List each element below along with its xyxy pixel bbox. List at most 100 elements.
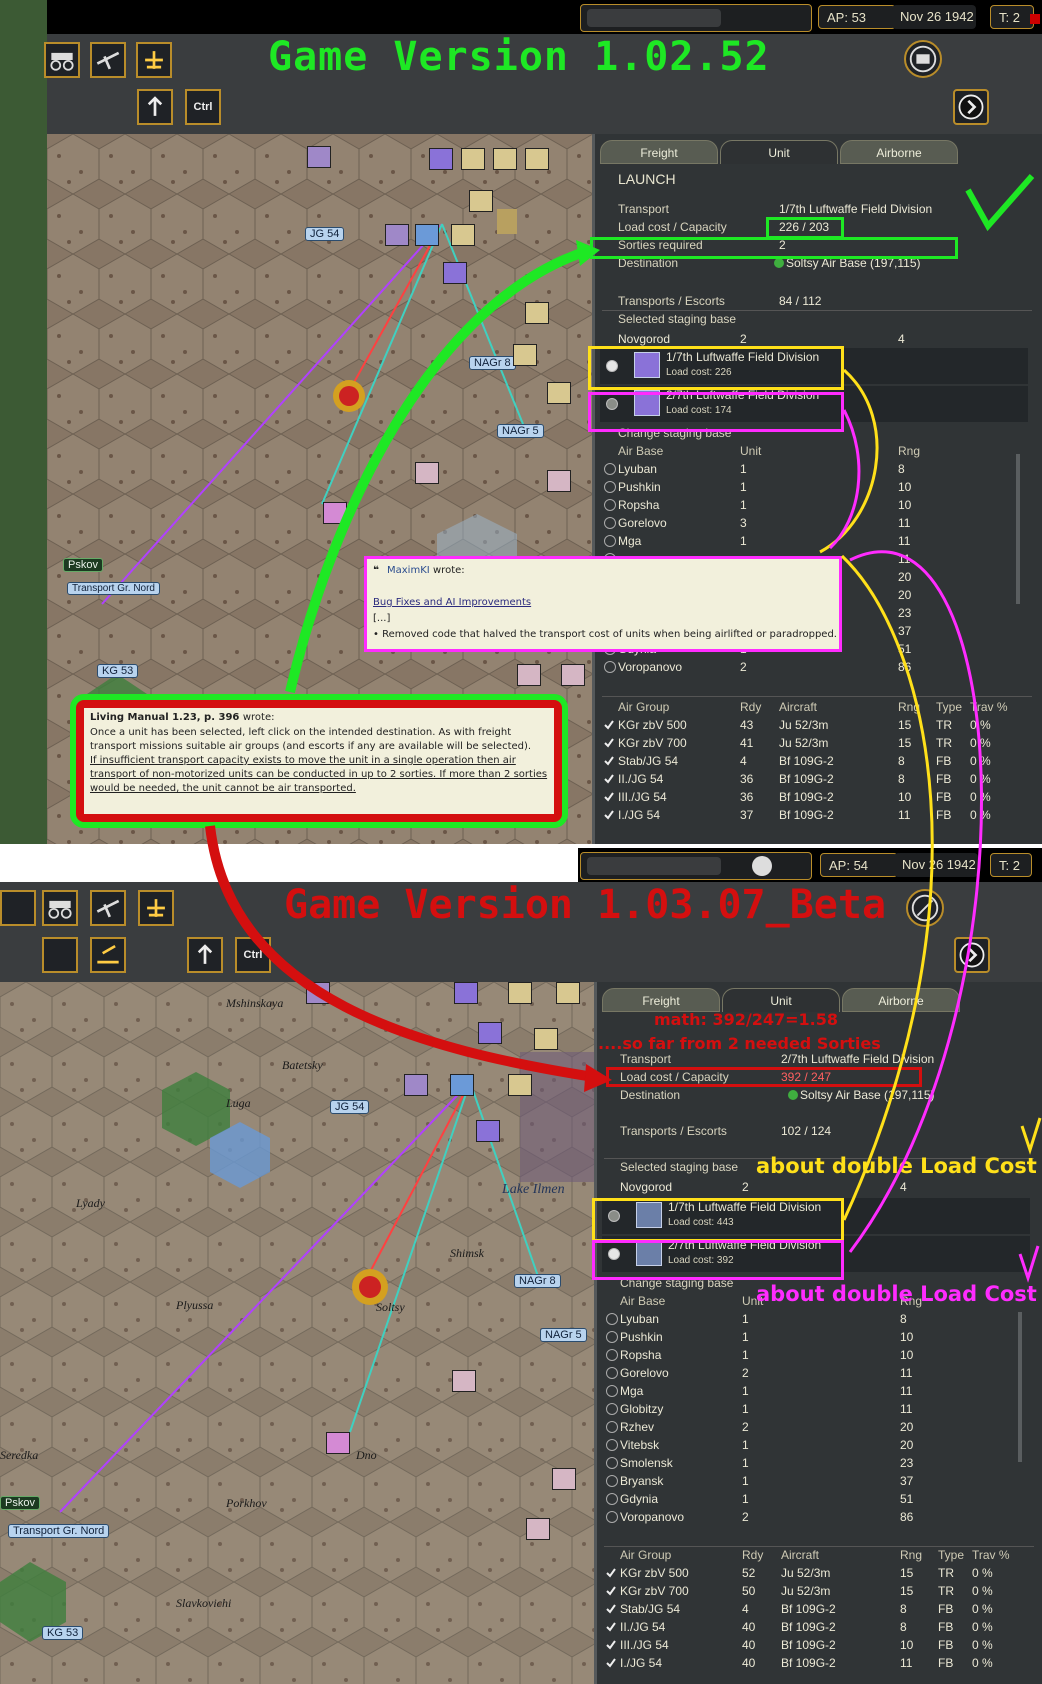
airbase-name[interactable]: Pushkin: [620, 1328, 663, 1346]
staging-name[interactable]: Novgorod: [620, 1178, 672, 1196]
airbase-name[interactable]: Bryansk: [620, 1472, 663, 1490]
bottom-map[interactable]: JG 54 NAGr 8 NAGr 5 Pskov Transport Gr. …: [0, 982, 594, 1684]
airbase-name[interactable]: Gdynia: [620, 1490, 658, 1508]
map-label-transport[interactable]: Transport Gr. Nord: [67, 582, 160, 595]
dice-icon[interactable]: [906, 889, 944, 927]
ctrl-button[interactable]: Ctrl: [235, 937, 271, 973]
airbase-name[interactable]: Pushkin: [618, 478, 661, 496]
infantry-unit[interactable]: [526, 1518, 550, 1540]
infantry-unit[interactable]: [534, 1028, 558, 1050]
infantry-unit[interactable]: [556, 982, 580, 1004]
infantry-unit[interactable]: [525, 302, 549, 324]
airbase-name[interactable]: Gorelovo: [620, 1364, 669, 1382]
plane-icon[interactable]: [90, 42, 126, 78]
truck-icon[interactable]: [42, 890, 78, 926]
airgroup-name[interactable]: I./JG 54: [620, 1654, 662, 1672]
airgroup-name[interactable]: KGr zbV 500: [620, 1564, 689, 1582]
compass-icon[interactable]: [752, 856, 772, 876]
hq-unit[interactable]: [307, 146, 331, 168]
plane-attack-icon[interactable]: [90, 937, 126, 973]
infantry-unit[interactable]: [451, 224, 475, 246]
airgroup-name[interactable]: I./JG 54: [618, 806, 660, 824]
infantry-unit[interactable]: [508, 1074, 532, 1096]
infantry-unit[interactable]: [461, 148, 485, 170]
airbase-name[interactable]: Lyuban: [618, 460, 657, 478]
infantry-unit[interactable]: [478, 1022, 502, 1044]
dice-icon[interactable]: [904, 40, 942, 78]
checkmark-icon[interactable]: [604, 719, 614, 730]
map-label-jg54[interactable]: JG 54: [305, 227, 345, 241]
supply-icon[interactable]: [138, 890, 174, 926]
checkmark-icon[interactable]: [606, 1567, 616, 1578]
scrollbar[interactable]: [1018, 1312, 1022, 1462]
infantry-unit[interactable]: [525, 148, 549, 170]
checkmark-icon[interactable]: [606, 1603, 616, 1614]
factory-icon[interactable]: [42, 937, 78, 973]
tab-airborne[interactable]: Airborne: [842, 988, 960, 1012]
airgroup-name[interactable]: II./JG 54: [620, 1618, 665, 1636]
infantry-unit[interactable]: [547, 382, 571, 404]
infantry-unit[interactable]: [552, 1468, 576, 1490]
map-label-pskov[interactable]: Pskov: [63, 558, 103, 572]
infantry-unit[interactable]: [454, 982, 478, 1004]
artillery-icon[interactable]: [0, 890, 36, 926]
hq-unit[interactable]: [326, 1432, 350, 1454]
infantry-unit[interactable]: [443, 262, 467, 284]
message-box[interactable]: [580, 4, 812, 32]
airbase-name[interactable]: Smolensk: [620, 1454, 673, 1472]
scrollbar[interactable]: [1016, 454, 1020, 604]
tab-freight[interactable]: Freight: [602, 988, 720, 1012]
supply-icon[interactable]: [136, 42, 172, 78]
map-label-nagr5[interactable]: NAGr 5: [497, 424, 544, 438]
hq-unit[interactable]: [385, 224, 409, 246]
checkmark-icon[interactable]: [604, 791, 614, 802]
map-label-jg54[interactable]: JG 54: [330, 1100, 370, 1114]
checkmark-icon[interactable]: [606, 1585, 616, 1596]
map-label-transport[interactable]: Transport Gr. Nord: [8, 1524, 110, 1538]
airbase-name[interactable]: Gorelovo: [618, 514, 667, 532]
end-turn-button[interactable]: [954, 937, 990, 973]
plane-icon[interactable]: [90, 890, 126, 926]
airbase-name[interactable]: Ropsha: [620, 1346, 661, 1364]
airgroup-name[interactable]: Stab/JG 54: [620, 1600, 680, 1618]
move-up-button[interactable]: [187, 937, 223, 973]
hq-unit[interactable]: [404, 1074, 428, 1096]
message-box[interactable]: [580, 852, 812, 880]
infantry-unit[interactable]: [561, 664, 585, 686]
infantry-unit[interactable]: [415, 224, 439, 246]
quote-line1[interactable]: Bug Fixes and AI Improvements: [373, 597, 531, 608]
infantry-unit[interactable]: [429, 148, 453, 170]
infantry-unit[interactable]: [547, 470, 571, 492]
infantry-unit[interactable]: [493, 148, 517, 170]
hq-unit[interactable]: [323, 502, 347, 524]
hq-unit[interactable]: [415, 462, 439, 484]
airgroup-name[interactable]: Stab/JG 54: [618, 752, 678, 770]
checkmark-icon[interactable]: [606, 1621, 616, 1632]
airbase-name[interactable]: Lyuban: [620, 1310, 659, 1328]
hq-unit[interactable]: [306, 982, 330, 1004]
infantry-unit[interactable]: [513, 344, 537, 366]
truck-icon[interactable]: [44, 42, 80, 78]
airgroup-name[interactable]: III./JG 54: [618, 788, 667, 806]
airbase-name[interactable]: Voropanovo: [620, 1508, 684, 1526]
airgroup-name[interactable]: KGr zbV 700: [620, 1582, 689, 1600]
checkmark-icon[interactable]: [604, 755, 614, 766]
checkmark-icon[interactable]: [606, 1657, 616, 1668]
airbase-name[interactable]: Mga: [620, 1382, 643, 1400]
infantry-unit[interactable]: [450, 1074, 474, 1096]
airgroup-name[interactable]: KGr zbV 500: [618, 716, 687, 734]
airbase-name[interactable]: Mga: [618, 532, 641, 550]
checkmark-icon[interactable]: [604, 773, 614, 784]
airbase-name[interactable]: Ropsha: [618, 496, 659, 514]
infantry-unit[interactable]: [517, 664, 541, 686]
map-label-kg53[interactable]: KG 53: [42, 1626, 84, 1640]
map-label-nagr8[interactable]: NAGr 8: [514, 1274, 561, 1288]
tab-unit[interactable]: Unit: [722, 988, 840, 1012]
airbase-name[interactable]: Globitzy: [620, 1400, 663, 1418]
ctrl-button[interactable]: Ctrl: [185, 89, 221, 125]
airgroup-name[interactable]: II./JG 54: [618, 770, 663, 788]
airbase-name[interactable]: Voropanovo: [618, 658, 682, 676]
tab-airborne[interactable]: Airborne: [840, 140, 958, 164]
checkmark-icon[interactable]: [604, 809, 614, 820]
infantry-unit[interactable]: [508, 982, 532, 1004]
